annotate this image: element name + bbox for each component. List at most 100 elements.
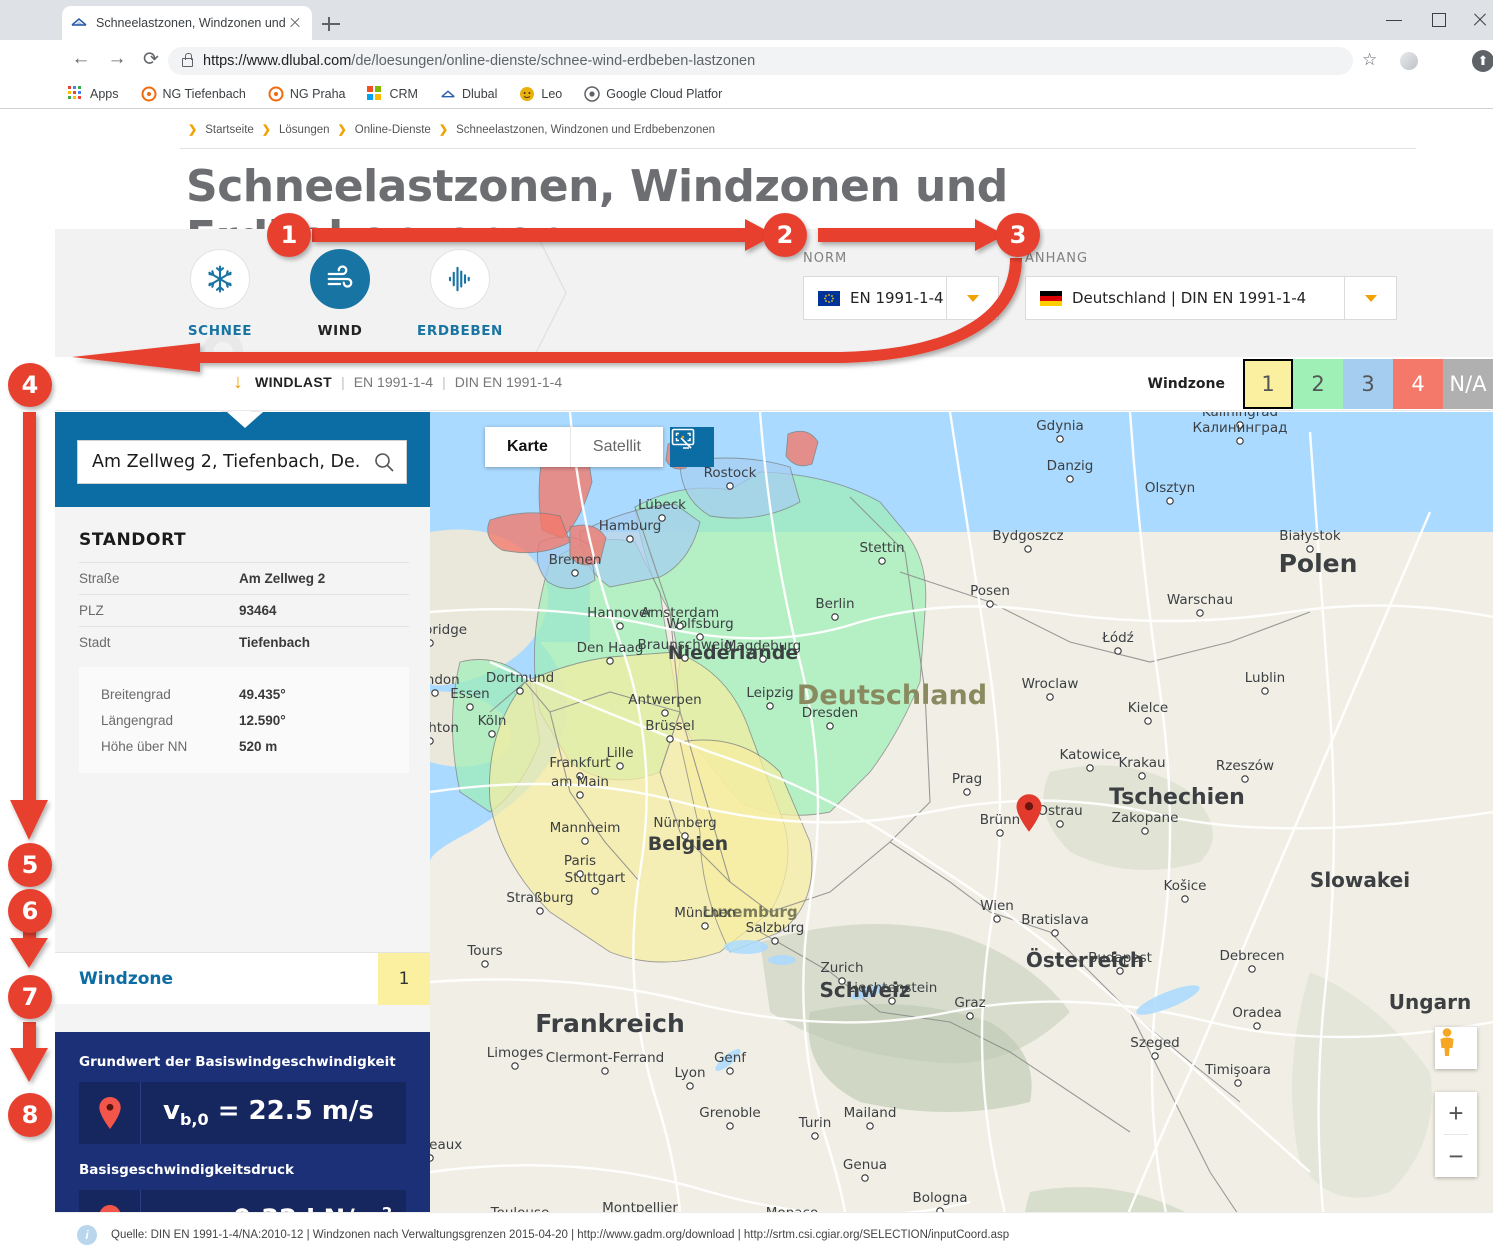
map-labels: DeutschlandPolenTschechienÖsterreichSlow…	[430, 412, 1493, 1257]
legend-swatch-na[interactable]: N/A	[1443, 359, 1493, 409]
row-key: Stadt	[79, 635, 239, 650]
bookmark-google-cloud[interactable]: Google Cloud Platfor	[584, 86, 722, 102]
dlubal-icon	[70, 14, 88, 32]
chevron-right-icon: ❯	[262, 123, 271, 136]
load-type-schnee[interactable]: SCHNEE	[160, 249, 280, 339]
reload-icon[interactable]: ⟳	[138, 48, 164, 71]
pegman-streetview-icon[interactable]	[1435, 1027, 1477, 1069]
de-flag-icon	[1040, 291, 1062, 306]
map-city-label: Amsterdam	[641, 605, 719, 621]
location-marker-icon[interactable]	[1014, 794, 1044, 832]
map-city-dot	[537, 908, 543, 914]
norm-select[interactable]: EN 1991-1-4	[803, 276, 999, 320]
map-city-label: Graz	[954, 995, 985, 1011]
map-city-dot	[467, 704, 473, 710]
map-city-label: London	[430, 672, 460, 688]
arrow-right-icon[interactable]: →	[104, 48, 130, 70]
map-city-label: Dortmund	[486, 670, 554, 686]
map-city-dot	[1237, 438, 1243, 444]
bookmark-ng-tiefenbach[interactable]: NG Tiefenbach	[141, 86, 246, 102]
map-city-dot	[1142, 828, 1148, 834]
bookmark-leo[interactable]: Leo	[519, 86, 562, 102]
map-type-satellit[interactable]: Satellit	[570, 427, 663, 467]
arrow-left-icon[interactable]: ←	[68, 48, 94, 70]
table-row: PLZ 93464	[79, 594, 409, 626]
row-value: 49.435°	[239, 687, 286, 702]
legend-swatch-2[interactable]: 2	[1293, 359, 1343, 409]
load-type-erdbeben[interactable]: ERDBEBEN	[400, 249, 520, 339]
map-country-label: Frankreich	[535, 1009, 685, 1038]
map-city-dot	[1307, 546, 1313, 552]
upload-arrow-icon[interactable]: ⬆	[1472, 50, 1493, 72]
bookmark-dlubal[interactable]: Dlubal	[440, 86, 497, 102]
browser-tab[interactable]: Schneelastzonen, Windzonen und	[62, 6, 312, 40]
map-city-label: Braunschweig	[638, 637, 733, 653]
map-city-dot	[430, 738, 433, 744]
map-city-dot	[832, 614, 838, 620]
norm-label: NORM	[803, 251, 999, 266]
load-type-wind[interactable]: WIND	[280, 249, 400, 339]
close-icon[interactable]	[1466, 8, 1493, 32]
result-box-vb0: vb,0 = 22.5 m/s	[79, 1082, 406, 1144]
zoom-out-button[interactable]: −	[1435, 1135, 1477, 1177]
microsoft-icon	[367, 86, 383, 102]
map-city-dot	[727, 1068, 733, 1074]
bookmark-crm[interactable]: CRM	[367, 86, 417, 102]
breadcrumb-item-online-dienste[interactable]: Online-Dienste	[355, 124, 431, 136]
table-row: Straße Am Zellweg 2	[79, 562, 409, 594]
map-city-dot	[667, 736, 673, 742]
address-bar[interactable]: https://www.dlubal.com/de/loesungen/onli…	[168, 47, 1353, 75]
map-city-label: Mailand	[844, 1105, 897, 1121]
search-notch	[227, 412, 263, 428]
maximize-icon[interactable]	[1424, 8, 1452, 32]
map-city-dot	[577, 871, 583, 877]
anhang-label: ANHANG	[1025, 251, 1397, 266]
breadcrumb-item-current: Schneelastzonen, Windzonen und Erdbebenz…	[456, 124, 715, 136]
minimize-icon[interactable]	[1380, 8, 1408, 32]
legend-swatch-4[interactable]: 4	[1393, 359, 1443, 409]
map-canvas[interactable]: DeutschlandPolenTschechienÖsterreichSlow…	[430, 412, 1493, 1257]
map-city-dot	[1057, 436, 1063, 442]
map-city-dot	[727, 1123, 733, 1129]
map-city-label: Essen	[450, 686, 489, 702]
map-type-karte[interactable]: Karte	[485, 427, 570, 467]
map-city-dot	[967, 1013, 973, 1019]
search-icon[interactable]	[362, 450, 406, 474]
lock-icon	[182, 58, 193, 67]
map-city-label: Gdynia	[1036, 418, 1084, 434]
bookmark-label: NG Tiefenbach	[163, 87, 246, 101]
map-city-label: Калининград	[1193, 420, 1288, 436]
map-city-dot	[702, 923, 708, 929]
fullscreen-monitor-icon[interactable]	[670, 427, 714, 467]
map-city-label: Cambridge	[430, 622, 467, 638]
close-icon[interactable]	[286, 14, 304, 32]
page-content: ❯ Startseite ❯ Lösungen ❯ Online-Dienste…	[0, 109, 1493, 1257]
breadcrumb-item-loesungen[interactable]: Lösungen	[279, 124, 330, 136]
results-sidebar: Am Zellweg 2, Tiefenbach, De... STANDORT…	[55, 412, 430, 1257]
new-tab-button[interactable]	[320, 13, 342, 35]
map-city-label: Timişoara	[1204, 1062, 1271, 1078]
map-city-label: Turin	[798, 1115, 832, 1131]
anhang-select[interactable]: Deutschland | DIN EN 1991-1-4	[1025, 276, 1397, 320]
bookmark-apps[interactable]: Apps	[68, 86, 119, 102]
source-footer: i Quelle: DIN EN 1991-1-4/NA:2010-12 | W…	[55, 1212, 1493, 1257]
legend-swatch-1[interactable]: 1	[1243, 359, 1293, 409]
map-city-label: Olsztyn	[1145, 480, 1195, 496]
map-city-label: Rzeszów	[1216, 758, 1274, 774]
map-city-dot	[602, 1068, 608, 1074]
windzone-result-value: 1	[378, 953, 430, 1005]
map-city-label: Leipzig	[746, 685, 793, 701]
breadcrumb-item-startseite[interactable]: Startseite	[205, 124, 254, 136]
profile-avatar-icon[interactable]	[1400, 52, 1418, 70]
star-icon[interactable]: ☆	[1362, 50, 1377, 70]
chevron-down-icon[interactable]	[1344, 277, 1396, 319]
zoom-control: + −	[1435, 1092, 1477, 1177]
map-city-dot	[627, 536, 633, 542]
zoom-in-button[interactable]: +	[1435, 1092, 1477, 1134]
legend-swatch-3[interactable]: 3	[1343, 359, 1393, 409]
map-city-dot	[617, 623, 623, 629]
chevron-down-icon[interactable]	[946, 277, 998, 319]
search-input[interactable]: Am Zellweg 2, Tiefenbach, De...	[77, 440, 407, 484]
bookmark-ng-praha[interactable]: NG Praha	[268, 86, 346, 102]
map-country-label: Ungarn	[1389, 990, 1471, 1014]
